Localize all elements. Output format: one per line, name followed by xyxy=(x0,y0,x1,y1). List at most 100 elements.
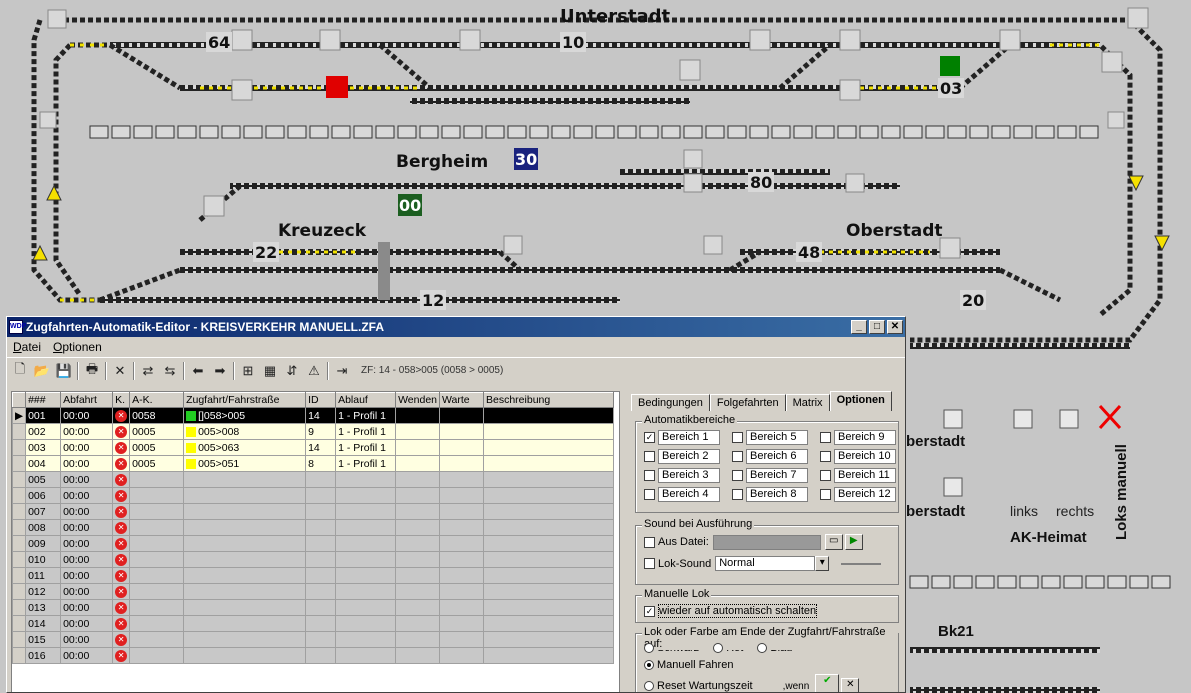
col-warte[interactable]: Warte xyxy=(439,392,484,408)
bereich-checkbox[interactable] xyxy=(820,451,831,462)
cell-k[interactable]: ✕ xyxy=(112,471,131,488)
cell-route[interactable] xyxy=(183,519,307,536)
cell-ablauf[interactable] xyxy=(335,487,397,504)
cell-nr[interactable]: 001 xyxy=(25,407,62,424)
cell-k[interactable]: ✕ xyxy=(112,599,131,616)
cell-time[interactable]: 00:00 xyxy=(60,503,114,520)
tab-folgefahrten[interactable]: Folgefahrten xyxy=(709,394,786,411)
cell-id[interactable] xyxy=(305,567,337,584)
bereich-checkbox[interactable] xyxy=(820,432,831,443)
cell-nr[interactable]: 005 xyxy=(25,471,62,488)
cell-ablauf[interactable] xyxy=(335,551,397,568)
cell-warte[interactable] xyxy=(439,487,484,504)
cell-id[interactable] xyxy=(305,583,337,600)
stop-icon[interactable]: ✕ xyxy=(115,458,128,470)
cell-time[interactable]: 00:00 xyxy=(60,647,114,664)
stop-icon[interactable]: ✕ xyxy=(115,618,128,630)
maximize-button[interactable]: □ xyxy=(869,320,885,334)
radio-manuell[interactable] xyxy=(644,660,654,671)
cell-ak[interactable]: 0005 xyxy=(129,439,185,456)
cell-time[interactable]: 00:00 xyxy=(60,551,114,568)
cell-id[interactable] xyxy=(305,647,337,664)
cell-ak[interactable] xyxy=(129,551,185,568)
stop-icon[interactable]: ✕ xyxy=(115,634,128,646)
cell-warte[interactable] xyxy=(439,519,484,536)
col-nr[interactable]: ### xyxy=(25,392,62,408)
tab-bedingungen[interactable]: Bedingungen xyxy=(631,394,710,411)
cell-warte[interactable] xyxy=(439,503,484,520)
cell-ablauf[interactable] xyxy=(335,631,397,648)
cell-route[interactable] xyxy=(183,487,307,504)
cell-ablauf[interactable] xyxy=(335,567,397,584)
stop-icon[interactable]: ✕ xyxy=(115,570,128,582)
stop-icon[interactable]: ✕ xyxy=(115,650,128,662)
stop-icon[interactable]: ✕ xyxy=(115,554,128,566)
cell-route[interactable] xyxy=(183,599,307,616)
col-zugfahrt[interactable]: Zugfahrt/Fahrstraße xyxy=(183,392,307,408)
cell-beschreibung[interactable] xyxy=(483,423,614,440)
cell-ak[interactable]: 0058 xyxy=(129,407,185,424)
cell-route[interactable] xyxy=(183,583,307,600)
cell-time[interactable]: 00:00 xyxy=(60,423,114,440)
close-button[interactable]: ✕ xyxy=(887,320,903,334)
cell-nr[interactable]: 012 xyxy=(25,583,62,600)
cell-beschreibung[interactable] xyxy=(483,583,614,600)
cell-ak[interactable] xyxy=(129,615,185,632)
bereich-checkbox[interactable] xyxy=(732,432,743,443)
radio-rot[interactable] xyxy=(713,643,724,654)
cell-beschreibung[interactable] xyxy=(483,439,614,456)
cell-time[interactable]: 00:00 xyxy=(60,583,114,600)
cell-warte[interactable] xyxy=(439,615,484,632)
cell-wenden[interactable] xyxy=(395,599,440,616)
col-wenden[interactable]: Wenden xyxy=(395,392,440,408)
stop-icon[interactable]: ✕ xyxy=(115,602,128,614)
cell-ablauf[interactable] xyxy=(335,615,397,632)
cell-route[interactable] xyxy=(183,535,307,552)
cell-route[interactable] xyxy=(183,647,307,664)
cell-ak[interactable]: 0005 xyxy=(129,423,185,440)
cell-k[interactable]: ✕ xyxy=(112,615,131,632)
cell-k[interactable]: ✕ xyxy=(112,439,131,456)
lok-sound-select[interactable]: Normal xyxy=(715,556,816,571)
cell-wenden[interactable] xyxy=(395,583,440,600)
cell-id[interactable] xyxy=(305,535,337,552)
cell-ak[interactable]: 0005 xyxy=(129,455,185,472)
cell-id[interactable] xyxy=(305,615,337,632)
cell-time[interactable]: 00:00 xyxy=(60,535,114,552)
cell-k[interactable]: ✕ xyxy=(112,487,131,504)
radio-schwarz[interactable] xyxy=(644,643,654,654)
cell-id[interactable] xyxy=(305,471,337,488)
cell-nr[interactable]: 016 xyxy=(25,647,62,664)
stop-icon[interactable]: ✕ xyxy=(115,490,128,502)
folder-icon[interactable]: ▭ xyxy=(824,534,843,550)
table-row[interactable]: 004 00:00 ✕ 0005 005>051 8 1 - Profil 1 xyxy=(12,455,614,472)
stop-icon[interactable]: ✕ xyxy=(115,474,128,486)
cell-k[interactable]: ✕ xyxy=(112,407,131,424)
cell-id[interactable] xyxy=(305,551,337,568)
bereich-checkbox[interactable] xyxy=(732,451,743,462)
cell-route[interactable]: 005>063 xyxy=(183,439,307,456)
table-row[interactable]: 003 00:00 ✕ 0005 005>063 14 1 - Profil 1 xyxy=(12,439,614,456)
cell-ablauf[interactable]: 1 - Profil 1 xyxy=(335,439,397,456)
bereich-checkbox[interactable] xyxy=(644,489,655,500)
cell-beschreibung[interactable] xyxy=(483,551,614,568)
cell-ablauf[interactable] xyxy=(335,471,397,488)
cell-wenden[interactable] xyxy=(395,519,440,536)
cell-k[interactable]: ✕ xyxy=(112,455,131,472)
table-row[interactable]: 013 00:00 ✕ xyxy=(12,599,614,616)
col-abfahrt[interactable]: Abfahrt xyxy=(60,392,114,408)
minimize-button[interactable]: _ xyxy=(851,320,867,334)
table-row[interactable]: 009 00:00 ✕ xyxy=(12,535,614,552)
cell-beschreibung[interactable] xyxy=(483,487,614,504)
cell-ablauf[interactable]: 1 - Profil 1 xyxy=(335,407,397,424)
insert-row-icon[interactable]: ⇄ xyxy=(139,362,157,380)
table-row[interactable]: 006 00:00 ✕ xyxy=(12,487,614,504)
col-ablauf[interactable]: Ablauf xyxy=(335,392,397,408)
cell-wenden[interactable] xyxy=(395,551,440,568)
cell-ak[interactable] xyxy=(129,487,185,504)
cell-time[interactable]: 00:00 xyxy=(60,599,114,616)
tab-matrix[interactable]: Matrix xyxy=(785,394,830,411)
cell-beschreibung[interactable] xyxy=(483,455,614,472)
cell-route[interactable] xyxy=(183,471,307,488)
cell-beschreibung[interactable] xyxy=(483,647,614,664)
